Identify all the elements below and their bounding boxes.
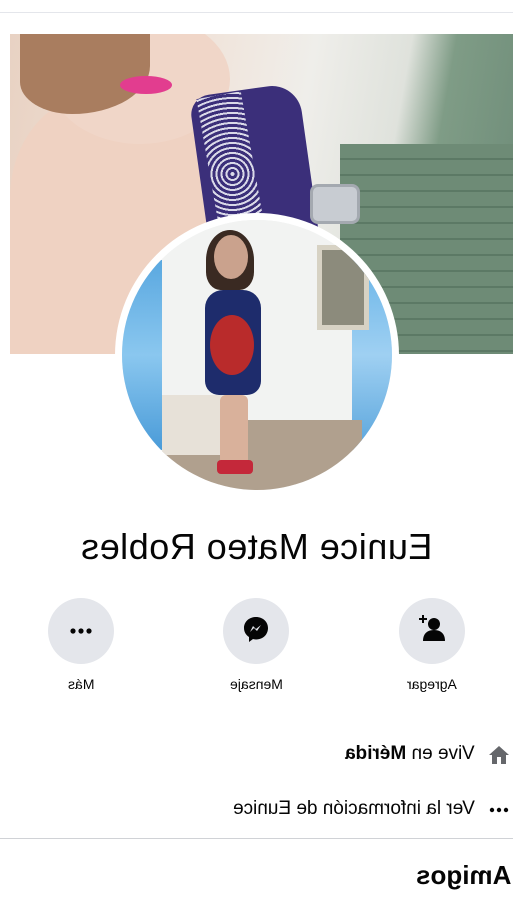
- lives-in-city[interactable]: Mérida: [345, 743, 406, 764]
- profile-name: Eunice Mateo Robles: [80, 526, 433, 567]
- friends-section-title: Amigos: [415, 860, 511, 890]
- lives-in-row: Vive en Mérida: [0, 735, 513, 775]
- add-friend-icon: [417, 614, 447, 649]
- messenger-icon: [241, 614, 271, 649]
- message-button[interactable]: Mensaje: [206, 598, 306, 694]
- divider: [0, 838, 513, 839]
- add-friend-label: Agregar: [407, 676, 457, 692]
- see-info-text: Ver la información de Eunice: [233, 798, 475, 819]
- lives-in-prefix: Vive en: [406, 743, 475, 764]
- more-icon: [66, 622, 96, 640]
- see-info-row[interactable]: Ver la información de Eunice: [0, 790, 513, 830]
- home-icon: [487, 743, 511, 767]
- profile-avatar[interactable]: [122, 220, 392, 490]
- add-friend-button[interactable]: Agregar: [382, 598, 482, 694]
- message-label: Mensaje: [229, 676, 283, 692]
- more-dots-icon: [487, 798, 511, 822]
- more-label: Más: [67, 676, 95, 692]
- more-button[interactable]: Más: [31, 598, 131, 694]
- top-bar: [0, 0, 513, 13]
